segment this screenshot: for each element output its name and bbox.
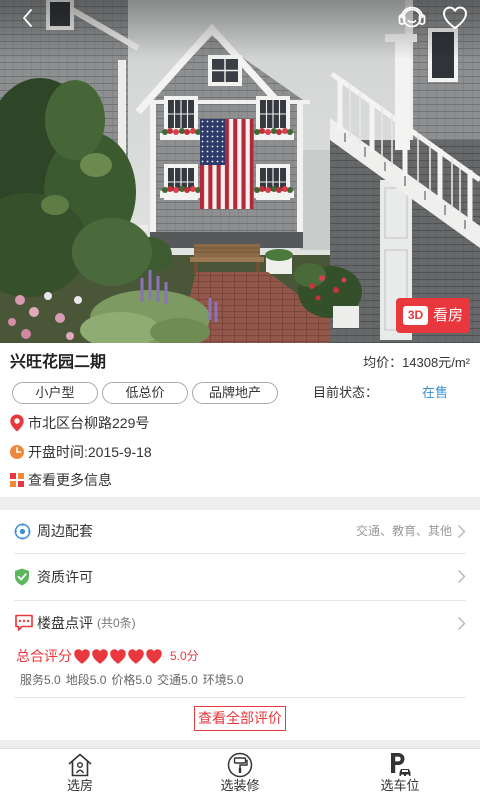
rating-traffic: 交通5.0 xyxy=(157,673,198,687)
open-date-text: 开盘时间:2015-9-18 xyxy=(28,444,152,460)
tag-low-price: 低总价 xyxy=(102,382,188,404)
rating-environment: 环境5.0 xyxy=(202,673,244,687)
tab-choose-parking[interactable]: 选车位 xyxy=(320,749,480,800)
average-price: 均价：14308元/m² xyxy=(363,355,470,370)
overall-rating-label: 总合评分 xyxy=(16,648,72,664)
vr-view-label: 看房 xyxy=(433,307,464,324)
rating-heart-icon xyxy=(73,648,91,665)
more-info-row[interactable]: 查看更多信息 xyxy=(0,469,480,491)
overall-rating-score: 5.0分 xyxy=(170,649,199,663)
bottom-tab-bar: 选房 选装修 选车位 xyxy=(0,748,480,800)
address-text: 市北区台柳路229号 xyxy=(28,415,150,431)
surroundings-detail: 交通、教育、其他 xyxy=(355,524,452,538)
status-badge: 在售 xyxy=(422,385,449,400)
status-label: 目前状态： xyxy=(313,385,379,400)
qualification-row[interactable]: 资质许可 xyxy=(0,554,480,600)
tag-small-unit: 小户型 xyxy=(12,382,98,404)
tab-choose-decoration[interactable]: 选装修 xyxy=(160,749,320,800)
location-ring-icon xyxy=(14,523,31,540)
address-row[interactable]: 市北区台柳路229号 xyxy=(0,412,480,434)
rating-breakdown: 服务5.0 地段5.0 价格5.0 交通5.0 环境5.0 xyxy=(20,671,243,689)
rating-location: 地段5.0 xyxy=(65,673,107,687)
vr-view-button[interactable]: 3D 看房 xyxy=(396,298,470,333)
rating-heart-icon xyxy=(145,648,163,665)
favorite-button[interactable] xyxy=(441,4,469,32)
chevron-right-icon xyxy=(458,525,466,538)
back-button[interactable] xyxy=(14,6,42,30)
tag-brand-developer: 品牌地产 xyxy=(192,382,278,404)
rating-hearts xyxy=(73,648,163,665)
headset-icon xyxy=(398,6,426,28)
grid-icon xyxy=(10,473,24,487)
tab-choose-house[interactable]: 选房 xyxy=(0,749,160,800)
tab-label: 选房 xyxy=(66,778,93,793)
heart-outline-icon xyxy=(443,6,467,29)
surroundings-row[interactable]: 周边配套 交通、教育、其他 xyxy=(0,510,480,553)
chevron-right-icon xyxy=(458,570,466,583)
rating-heart-icon xyxy=(109,648,127,665)
back-arrow-icon xyxy=(23,9,32,27)
customer-service-button[interactable] xyxy=(397,3,427,33)
house-icon xyxy=(68,753,92,777)
tab-label: 选车位 xyxy=(380,778,420,793)
qualification-label: 资质许可 xyxy=(37,569,93,585)
reviews-label: 楼盘点评 xyxy=(37,615,93,631)
shield-check-icon xyxy=(15,568,29,586)
clock-icon xyxy=(10,445,24,459)
project-detail-screen: 3D 看房 兴旺花园二期 均价：14308元/m² 小户型 低总价 品牌地产 目… xyxy=(0,0,480,800)
vr-badge-icon: 3D xyxy=(403,306,428,325)
paint-roller-icon xyxy=(227,752,253,778)
parking-icon xyxy=(391,753,411,778)
divider xyxy=(14,697,466,698)
rating-heart-icon xyxy=(91,648,109,665)
location-pin-icon xyxy=(10,414,24,432)
hero-photo xyxy=(0,0,480,343)
reviews-row[interactable]: 楼盘点评 (共0条) xyxy=(0,601,480,645)
project-title: 兴旺花园二期 xyxy=(10,354,107,371)
chat-bubble-icon xyxy=(15,614,33,631)
chevron-right-icon xyxy=(458,617,466,630)
tab-label: 选装修 xyxy=(220,778,260,793)
more-info-link: 查看更多信息 xyxy=(28,472,112,488)
section-separator xyxy=(0,497,480,510)
open-date-row: 开盘时间:2015-9-18 xyxy=(0,441,480,463)
section-separator xyxy=(0,740,480,748)
rating-price: 价格5.0 xyxy=(111,673,153,687)
view-all-reviews-button[interactable]: 查看全部评价 xyxy=(194,706,286,731)
rating-service: 服务5.0 xyxy=(20,673,61,687)
rating-heart-icon xyxy=(127,648,145,665)
reviews-count: (共0条) xyxy=(97,616,136,630)
surroundings-label: 周边配套 xyxy=(37,523,93,539)
